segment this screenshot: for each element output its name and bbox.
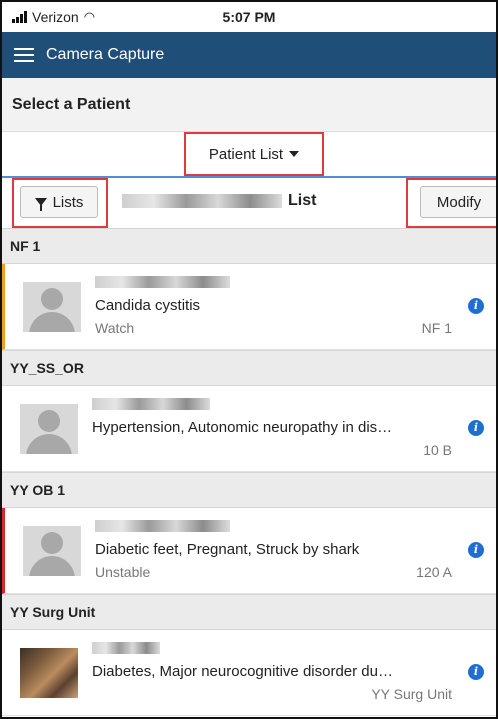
status-bar: Verizon ◠ 5:07 PM xyxy=(2,2,496,32)
redacted-patient-name xyxy=(95,276,230,288)
redacted-patient-name xyxy=(92,642,160,654)
section-header-yy-ss-or: YY_SS_OR xyxy=(2,350,496,386)
redacted-patient-name xyxy=(95,520,230,532)
filter-icon xyxy=(34,198,47,211)
patient-list-dropdown[interactable]: Patient List xyxy=(184,132,324,176)
patient-problems: Diabetes, Major neurocognitive disorder … xyxy=(92,663,393,680)
section-header-yy-surg-unit: YY Surg Unit xyxy=(2,594,496,630)
modify-button[interactable]: Modify xyxy=(420,186,496,218)
list-toolbar: Lists List Modify xyxy=(2,178,496,228)
patient-row[interactable]: Diabetic feet, Pregnant, Struck by shark… xyxy=(2,508,496,594)
patient-location: NF 1 xyxy=(421,320,452,336)
app-header: Camera Capture xyxy=(2,32,496,78)
patient-location: YY Surg Unit xyxy=(371,686,452,702)
section-header-nf1: NF 1 xyxy=(2,228,496,264)
patient-list-bar: Patient List xyxy=(2,132,496,178)
avatar xyxy=(23,282,81,332)
avatar xyxy=(20,648,78,698)
patient-list-dropdown-label: Patient List xyxy=(208,145,284,163)
redacted-patient-name xyxy=(92,398,210,410)
patient-problems: Candida cystitis xyxy=(95,297,201,314)
patient-row[interactable]: Candida cystitis Watch NF 1 i xyxy=(2,264,496,350)
current-list-name: List xyxy=(122,192,316,210)
section-header-yy-ob-1: YY OB 1 xyxy=(2,472,496,508)
app-title: Camera Capture xyxy=(46,46,165,63)
patient-status: Watch xyxy=(95,320,135,336)
status-time: 5:07 PM xyxy=(222,9,276,25)
info-icon[interactable]: i xyxy=(468,664,484,680)
app-frame: Verizon ◠ 5:07 PM Camera Capture Select … xyxy=(0,0,498,719)
select-patient-heading: Select a Patient xyxy=(2,78,496,132)
info-icon[interactable]: i xyxy=(468,298,484,314)
patient-status: Unstable xyxy=(95,564,151,580)
patient-row[interactable]: Diabetes, Major neurocognitive disorder … xyxy=(2,630,496,716)
patient-list: NF 1 Candida cystitis Watch NF 1 i YY_SS… xyxy=(2,228,496,716)
lists-button-label: Lists xyxy=(52,193,84,211)
redacted-list-name xyxy=(122,194,282,208)
info-icon[interactable]: i xyxy=(468,420,484,436)
info-icon[interactable]: i xyxy=(468,542,484,558)
lists-button[interactable]: Lists xyxy=(20,186,98,218)
patient-problems: Hypertension, Autonomic neuropathy in di… xyxy=(92,419,393,436)
avatar xyxy=(23,526,81,576)
hamburger-icon[interactable] xyxy=(14,48,34,62)
patient-problems: Diabetic feet, Pregnant, Struck by shark xyxy=(95,541,360,558)
patient-location: 10 B xyxy=(423,442,452,458)
caret-down-icon xyxy=(289,151,300,157)
patient-location: 120 A xyxy=(416,564,452,580)
patient-row[interactable]: Hypertension, Autonomic neuropathy in di… xyxy=(2,386,496,472)
avatar xyxy=(20,404,78,454)
list-name-suffix: List xyxy=(288,192,317,209)
